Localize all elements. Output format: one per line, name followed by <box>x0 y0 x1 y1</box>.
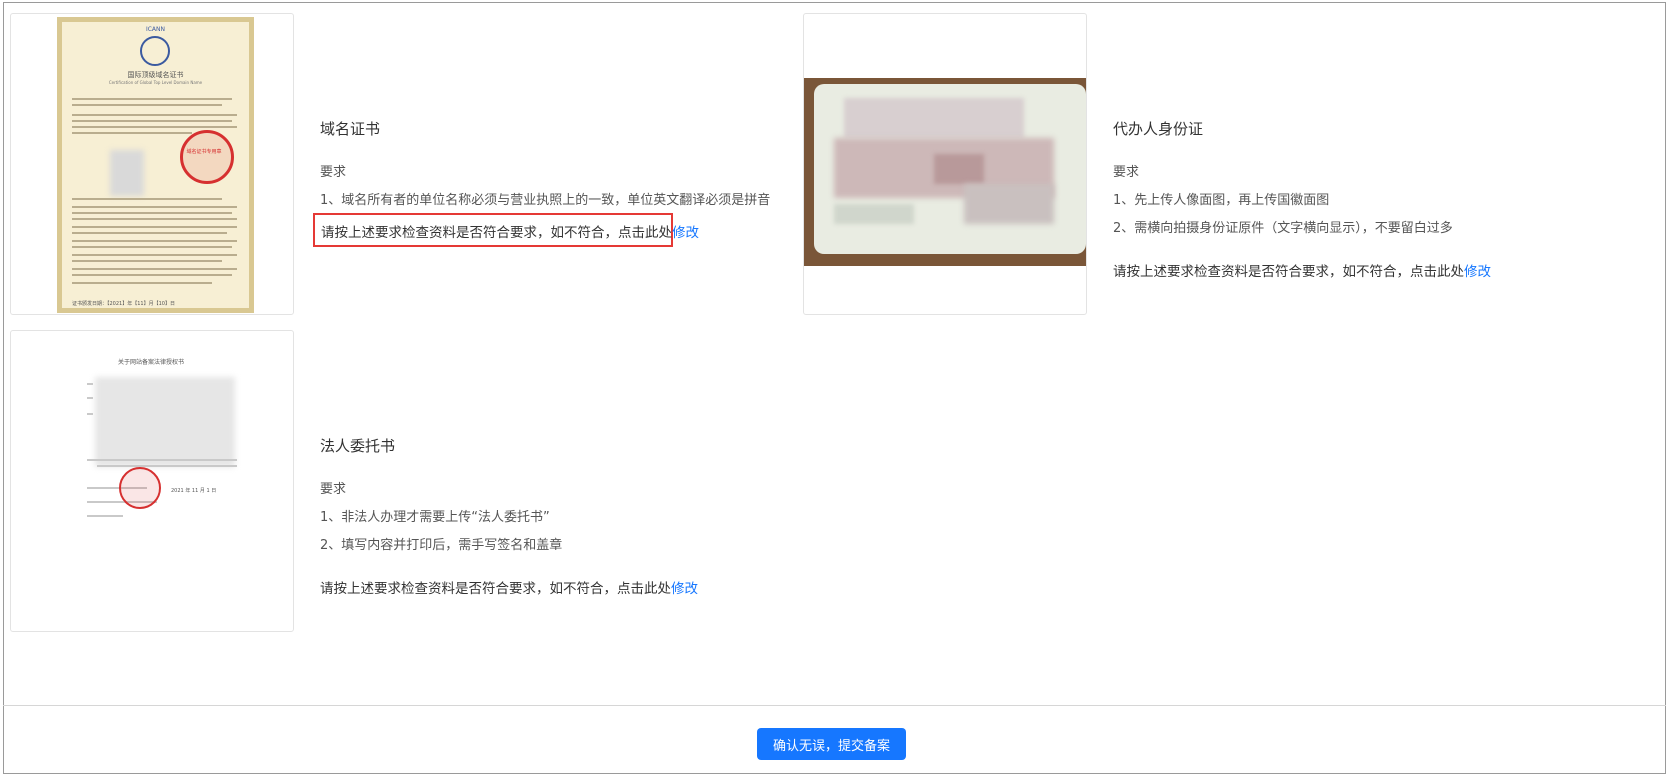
authorization-letter-image[interactable]: 关于网站备案法律授权书 2021 年 11 月 1 日 <box>10 330 294 632</box>
section-title: 域名证书 <box>320 120 381 138</box>
requirements-label: 要求 <box>1113 165 1140 180</box>
check-text: 请按上述要求检查资料是否符合要求，如不符合，点击此处 <box>1113 264 1464 280</box>
requirements-label: 要求 <box>320 482 347 497</box>
doc-date: 2021 年 11 月 1 日 <box>171 488 217 494</box>
section-title: 代办人身份证 <box>1113 120 1204 138</box>
id-card-image[interactable] <box>803 13 1087 315</box>
requirement-line: 1、非法人办理才需要上传“法人委托书” <box>320 510 550 525</box>
authorization-letter-info: 法人委托书 要求 1、非法人办理才需要上传“法人委托书” 2、填写内容并打印后，… <box>320 435 698 597</box>
red-seal-icon <box>180 130 234 184</box>
id-card <box>814 84 1086 254</box>
section-title: 法人委托书 <box>320 437 396 455</box>
cert-date: 证书颁发日期：【2021】年【11】月【10】日 <box>72 301 175 307</box>
check-text: 请按上述要求检查资料是否符合要求，如不符合，点击此处 <box>321 225 672 241</box>
cert-title-en: Certification of Global Top Level Domain… <box>108 80 203 85</box>
id-card-info: 代办人身份证 要求 1、先上传人像面图，再上传国徽面图 2、需横向拍摄身份证原件… <box>1113 118 1491 280</box>
cert-seal-text: 域名证书专用章 <box>186 149 222 155</box>
requirements-label: 要求 <box>320 165 347 180</box>
requirement-line: 2、需横向拍摄身份证原件（文字横向显示），不要留白过多 <box>1113 221 1453 236</box>
id-card-photo <box>804 78 1086 266</box>
domain-certificate-info: 域名证书 要求 1、域名所有者的单位名称必须与营业执照上的一致，单位英文翻译必须… <box>320 118 770 208</box>
cert-header: ICANN <box>145 26 166 33</box>
domain-certificate-image[interactable]: ICANN 国际顶级域名证书 Certification of Global T… <box>10 13 294 315</box>
check-text: 请按上述要求检查资料是否符合要求，如不符合，点击此处 <box>320 581 671 597</box>
edit-link[interactable]: 修改 <box>671 581 698 597</box>
icann-logo <box>140 36 170 66</box>
check-notice: 请按上述要求检查资料是否符合要求，如不符合，点击此处修改 <box>321 221 699 241</box>
edit-link[interactable]: 修改 <box>672 225 699 241</box>
review-panel: ICANN 国际顶级域名证书 Certification of Global T… <box>3 2 1666 774</box>
confirm-submit-button[interactable]: 确认无误，提交备案 <box>757 728 906 760</box>
footer-divider <box>3 705 1666 706</box>
cert-title-cn: 国际顶级域名证书 <box>127 71 184 79</box>
doc-title: 关于网站备案法律授权书 <box>117 359 184 366</box>
edit-link[interactable]: 修改 <box>1464 264 1491 280</box>
requirement-line: 1、域名所有者的单位名称必须与营业执照上的一致，单位英文翻译必须是拼音 <box>320 193 771 208</box>
red-seal-icon <box>119 467 161 509</box>
authorization-document: 关于网站备案法律授权书 2021 年 11 月 1 日 <box>41 331 281 631</box>
requirement-line: 1、先上传人像面图，再上传国徽面图 <box>1113 193 1330 208</box>
certificate-document: ICANN 国际顶级域名证书 Certification of Global T… <box>57 17 254 313</box>
requirement-line: 2、填写内容并打印后，需手写签名和盖章 <box>320 538 563 553</box>
